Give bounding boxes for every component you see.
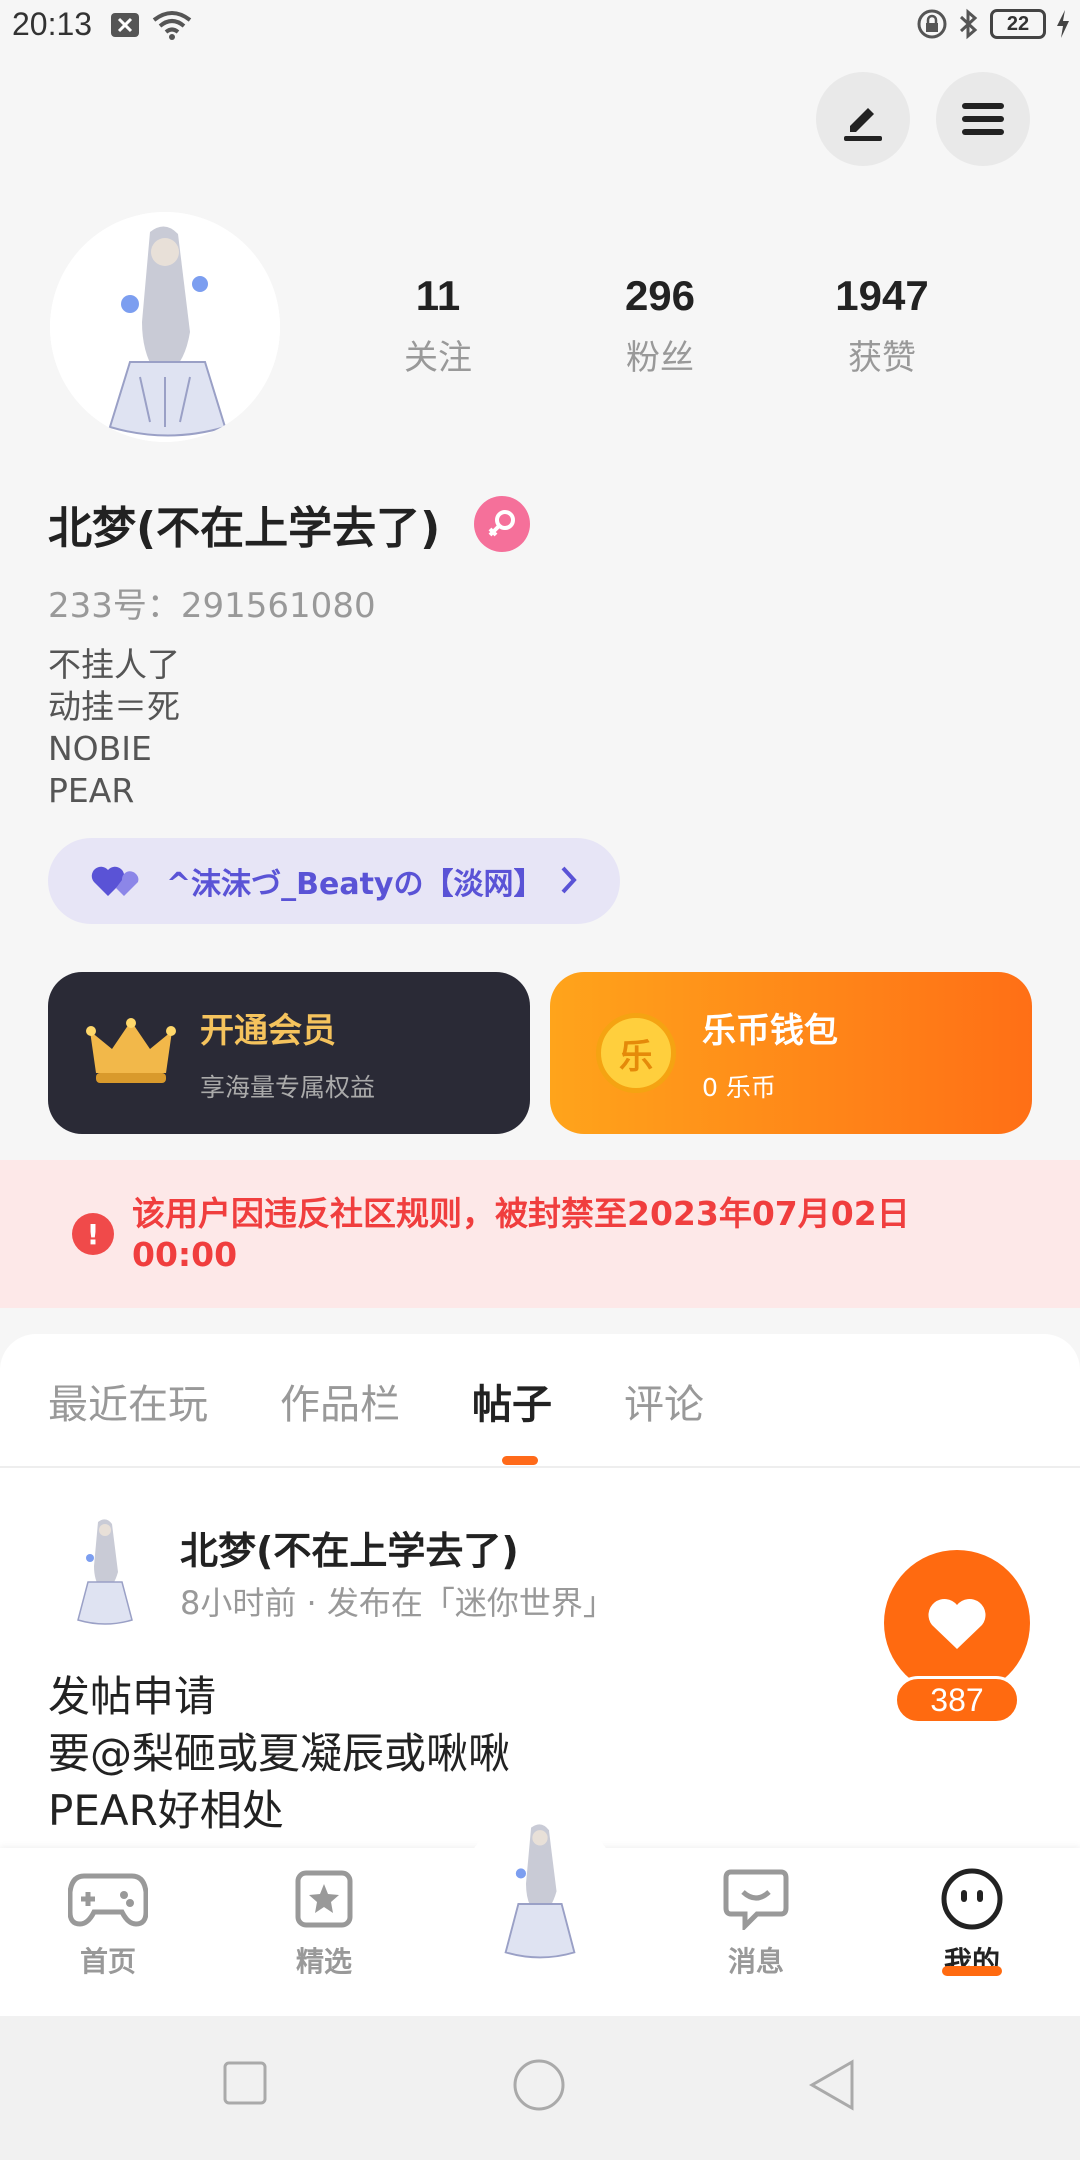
tab-posts[interactable]: 帖子 <box>472 1372 552 1430</box>
system-navigation-bar <box>0 2016 1080 2160</box>
double-heart-icon <box>91 866 139 896</box>
nav-featured[interactable]: 精选 <box>254 1868 394 1980</box>
status-bar: 20:13 22 <box>0 0 1080 56</box>
bio-line: NOBIE <box>48 729 152 768</box>
charging-icon <box>1057 10 1069 38</box>
bio-line: 不挂人了 <box>48 645 180 684</box>
back-icon[interactable] <box>808 2058 856 2112</box>
recent-apps-icon[interactable] <box>222 2060 268 2106</box>
coin-icon: 乐 <box>596 1013 676 1093</box>
wallet-card-title: 乐币钱包 <box>702 1010 838 1051</box>
post-author-avatar[interactable] <box>60 1516 150 1626</box>
vip-card-title: 开通会员 <box>200 1010 336 1051</box>
bluetooth-icon <box>959 8 978 40</box>
like-button[interactable] <box>884 1550 1030 1696</box>
stat-followers[interactable]: 296 粉丝 <box>560 272 760 379</box>
warning-icon: ! <box>72 1213 114 1255</box>
bio-line: 动挂＝死 <box>48 687 180 726</box>
status-time: 20:13 <box>12 6 93 42</box>
fan-group-chip[interactable]: ^沫沫づ_Beatyの【淡网】 <box>48 838 620 924</box>
avatar-character-image <box>50 212 280 442</box>
profile-username: 北梦(不在上学去了) <box>48 503 441 554</box>
tab-works[interactable]: 作品栏 <box>280 1372 400 1430</box>
stat-likes-value: 1947 <box>835 272 929 319</box>
edit-profile-button[interactable] <box>816 72 910 166</box>
star-bookmark-icon <box>295 1870 353 1928</box>
profile-bio: 不挂人了 动挂＝死 NOBIE PEAR <box>48 644 180 812</box>
smiley-face-icon <box>941 1868 1003 1930</box>
avatar-character-image <box>77 1519 133 1625</box>
nav-active-underline <box>942 1966 1002 1976</box>
lock-rotation-icon <box>917 9 947 39</box>
nav-me[interactable]: 我的 <box>902 1868 1042 1980</box>
avatar-character-image <box>504 1824 576 1959</box>
wallet-card[interactable]: 乐 乐币钱包 0 乐币 <box>550 972 1032 1134</box>
wifi-icon <box>152 11 192 40</box>
tabs-divider <box>0 1466 1080 1468</box>
battery-indicator: 22 <box>990 9 1046 39</box>
nav-messages-label: 消息 <box>727 1945 784 1978</box>
home-icon[interactable] <box>512 2058 566 2112</box>
tab-comments[interactable]: 评论 <box>624 1372 704 1430</box>
like-count: 387 <box>894 1676 1020 1724</box>
post-body-line: 要@梨砸或夏凝辰或啾啾 <box>48 1729 511 1778</box>
wallet-card-subtitle: 0 乐币 <box>702 1072 776 1102</box>
stat-followers-label: 粉丝 <box>626 338 694 378</box>
female-gender-icon <box>474 496 530 552</box>
chevron-right-icon <box>561 866 577 894</box>
crown-icon <box>86 1018 176 1083</box>
tab-recent-played[interactable]: 最近在玩 <box>48 1372 208 1430</box>
vip-card-subtitle: 享海量专属权益 <box>200 1072 376 1102</box>
notification-x-icon <box>111 13 139 37</box>
nav-messages[interactable]: 消息 <box>686 1868 826 1980</box>
stat-likes[interactable]: 1947 获赞 <box>782 272 982 379</box>
ban-notice-bar: ! 该用户因违反社区规则，被封禁至2023年07月02日 00:00 <box>0 1160 1080 1308</box>
fan-chip-label: ^沫沫づ_Beatyの【淡网】 <box>166 867 544 902</box>
stat-following[interactable]: 11 关注 <box>338 272 538 379</box>
gamepad-icon <box>67 1873 149 1927</box>
stat-following-label: 关注 <box>404 338 472 378</box>
post-author-name[interactable]: 北梦(不在上学去了) <box>180 1520 519 1575</box>
nav-center-avatar[interactable] <box>462 1812 618 1968</box>
heart-icon <box>928 1598 986 1649</box>
profile-avatar[interactable] <box>50 212 280 442</box>
nav-home[interactable]: 首页 <box>38 1868 178 1980</box>
chat-bubble-icon <box>723 1869 789 1933</box>
pencil-icon <box>844 108 882 141</box>
post-meta: 8小时前 · 发布在「迷你世界」 <box>180 1584 615 1622</box>
stat-following-value: 11 <box>415 272 461 319</box>
post-body[interactable]: 发帖申请 要@梨砸或夏凝辰或啾啾 PEAR好相处 <box>48 1668 510 1839</box>
nav-featured-label: 精选 <box>295 1945 352 1978</box>
post-body-line: 发帖申请 <box>48 1672 217 1721</box>
profile-user-id: 233号：291561080 <box>48 586 376 626</box>
hamburger-menu-icon <box>962 103 1004 135</box>
coin-icon-glyph: 乐 <box>619 1036 653 1077</box>
vip-membership-card[interactable]: 开通会员 享海量专属权益 <box>48 972 530 1134</box>
ban-notice-text: 该用户因违反社区规则，被封禁至2023年07月02日 00:00 <box>132 1194 910 1274</box>
nav-home-label: 首页 <box>79 1945 136 1978</box>
profile-tabs: 最近在玩 作品栏 帖子 评论 <box>48 1372 704 1430</box>
menu-button[interactable] <box>936 72 1030 166</box>
post-body-line: PEAR好相处 <box>48 1786 284 1835</box>
bio-line: PEAR <box>48 771 135 810</box>
active-tab-indicator <box>502 1456 538 1465</box>
stat-followers-value: 296 <box>624 272 696 319</box>
stat-likes-label: 获赞 <box>848 338 916 378</box>
